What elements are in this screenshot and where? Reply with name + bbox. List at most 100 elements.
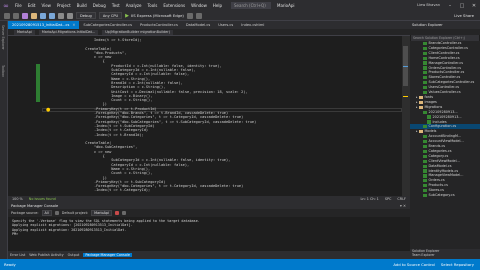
play-icon: ▶ <box>125 12 129 19</box>
menu-edit[interactable]: Edit <box>25 3 39 8</box>
tree-item[interactable]: SubCategory.cs <box>410 193 480 198</box>
settings-icon[interactable] <box>54 211 59 215</box>
csharp-file-icon <box>427 120 431 124</box>
csharp-file-icon <box>423 169 427 173</box>
csharp-file-icon <box>427 115 431 119</box>
toolbar-options-icon[interactable] <box>195 12 202 19</box>
menu-help[interactable]: Help <box>210 3 225 8</box>
undo-icon[interactable] <box>58 12 64 19</box>
csharp-file-icon <box>423 135 427 139</box>
menu-analyze[interactable]: Analyze <box>123 3 145 8</box>
pmc-console-output[interactable]: Specify the '-Verbose' flag to view the … <box>8 217 410 251</box>
menu-debug[interactable]: Debug <box>90 3 109 8</box>
tab-team-explorer[interactable]: Team Explorer <box>412 253 480 257</box>
save-all-icon[interactable] <box>49 12 55 19</box>
pmc-close-icon[interactable]: ▾ ✕ <box>400 204 410 208</box>
csharp-file-icon <box>423 174 427 178</box>
csharp-file-icon <box>423 139 427 144</box>
code-editor[interactable]: ● Index(t => t.StoreId); CreateTable( "d… <box>8 36 402 196</box>
tab-label: DataModel.cs <box>185 23 211 27</box>
lightbulb-icon[interactable]: ● <box>46 107 50 113</box>
tree-item-label: SubCategory.cs <box>428 193 455 198</box>
close-icon[interactable]: ✕ <box>468 3 480 9</box>
csharp-file-icon <box>423 149 427 153</box>
menu-window[interactable]: Window <box>188 3 210 8</box>
stop-icon[interactable] <box>114 211 119 215</box>
folder-icon <box>419 130 423 134</box>
refresh-icon[interactable] <box>186 12 193 19</box>
pmc-title: Package Manager Console <box>11 203 59 208</box>
csharp-file-icon <box>423 41 427 46</box>
tab-index[interactable]: Index.cshtml <box>237 21 269 29</box>
close-tab-icon[interactable]: ✕ <box>72 23 75 27</box>
zoom-level[interactable]: 100 % <box>12 197 23 201</box>
maximize-icon[interactable]: □ <box>456 3 468 9</box>
run-button[interactable]: ▶ IIS Express (Microsoft Edge) <box>125 13 184 19</box>
folder-icon <box>419 95 423 100</box>
editor-tabs: 20210928091513_InitialDat...cs ✕ SubCate… <box>8 21 410 29</box>
csharp-file-icon <box>423 61 427 65</box>
user-name[interactable]: Liew Bhavan <box>413 3 444 9</box>
forward-icon[interactable] <box>13 12 19 19</box>
solution-bottom-tabs: Solution Explorer Team Explorer <box>410 249 480 259</box>
csharp-file-icon <box>423 66 427 70</box>
tab-users[interactable]: Users.cs <box>214 21 238 29</box>
new-project-icon[interactable] <box>22 12 28 19</box>
editor-scrollbar[interactable] <box>402 36 410 196</box>
folder-icon <box>419 100 423 104</box>
menu-view[interactable]: View <box>38 3 54 8</box>
visual-studio-logo-icon[interactable]: ∞ <box>0 0 12 11</box>
tab-package-manager-console[interactable]: Package Manager Console <box>83 253 132 257</box>
menu-project[interactable]: Project <box>54 3 74 8</box>
tab-label: ProductsController.cs <box>139 23 178 27</box>
tab-output[interactable]: Output <box>68 253 80 257</box>
tab-subcategoriescontroller[interactable]: SubCategoriesController.cs <box>79 21 136 29</box>
issues-indicator[interactable]: No issues found <box>29 197 56 201</box>
status-bar: Ready Add to Source Control Select Repos… <box>0 259 480 270</box>
main-toolbar: Debug Any CPU ▶ IIS Express (Microsoft E… <box>0 11 480 21</box>
console-prompt[interactable]: PM> <box>12 232 406 236</box>
csharp-file-icon <box>423 71 427 75</box>
minimize-icon[interactable]: – <box>444 3 456 9</box>
clear-console-icon[interactable] <box>121 211 126 215</box>
folder-icon <box>419 105 423 109</box>
open-folder-icon[interactable] <box>31 12 37 19</box>
save-icon[interactable] <box>40 12 46 19</box>
select-repository[interactable]: Select Repository <box>441 262 474 267</box>
platform-select[interactable]: Any CPU <box>98 12 123 19</box>
line-ending[interactable]: CRLF <box>397 197 406 201</box>
tab-productscontroller[interactable]: ProductsController.cs <box>135 21 182 29</box>
project-nav-select[interactable]: MarioApi <box>14 29 35 35</box>
toolbox-tab[interactable]: Toolbox <box>1 65 5 77</box>
csharp-file-icon <box>423 76 427 80</box>
redo-icon[interactable] <box>67 12 73 19</box>
back-icon[interactable] <box>4 12 10 19</box>
class-nav-select[interactable]: MarioApi.Migrations.InitialDat... <box>38 29 99 35</box>
add-to-source-control[interactable]: Add to Source Control <box>393 262 435 267</box>
live-share-button[interactable]: Live Share <box>454 13 474 18</box>
tab-error-list[interactable]: Error List <box>10 253 25 257</box>
code-line: .ForeignKey("dbo.Categories", t => t.Cat… <box>68 115 244 120</box>
menu-tools[interactable]: Tools <box>145 3 161 8</box>
csharp-file-icon <box>423 154 427 158</box>
server-explorer-tab[interactable]: Server Explorer <box>1 25 5 50</box>
menu-build[interactable]: Build <box>74 3 90 8</box>
whitespace-mode[interactable]: SPC <box>385 197 392 201</box>
tab-initialdat[interactable]: 20210928091513_InitialDat...cs ✕ <box>8 21 80 29</box>
default-project-select[interactable]: MarioApi <box>91 210 112 216</box>
menu-file[interactable]: File <box>12 3 25 8</box>
csharp-file-icon <box>423 179 427 183</box>
tab-web-publish-activity[interactable]: Web Publish Activity <box>29 253 63 257</box>
search-input[interactable]: Search (Ctrl+Q) <box>231 2 271 9</box>
csharp-file-icon <box>423 86 427 90</box>
menu-bar: File Edit View Project Build Debug Test … <box>12 3 225 8</box>
tab-datamodel[interactable]: DataModel.cs <box>181 21 215 29</box>
menu-extensions[interactable]: Extensions <box>160 3 188 8</box>
member-nav-select[interactable]: Up(MigrationBuilder migrationBuilder) <box>102 29 173 35</box>
configuration-select[interactable]: Debug <box>76 12 96 19</box>
tab-label: 20210928091513_InitialDat...cs <box>12 23 70 27</box>
scroll-marker <box>403 66 408 67</box>
tree-item-label: ValuesController.cs <box>428 90 461 95</box>
menu-test[interactable]: Test <box>109 3 123 8</box>
package-source-select[interactable]: All <box>41 210 52 216</box>
